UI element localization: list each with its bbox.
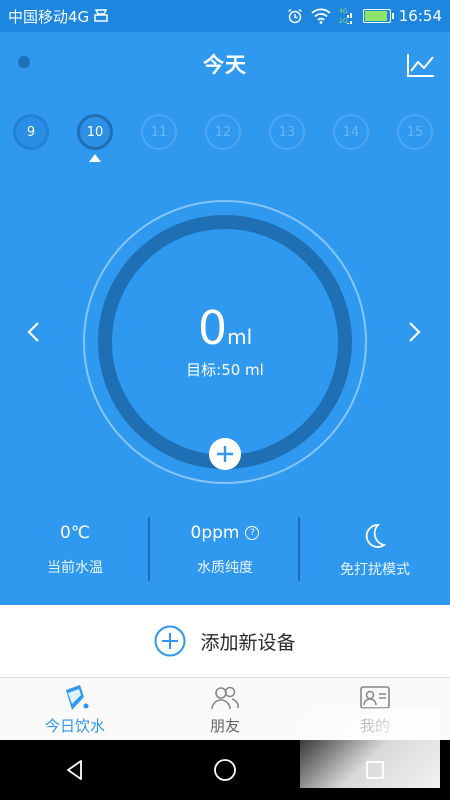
- signal-4g-icon: 4G 2G: [339, 7, 355, 25]
- water-purity-label: 水质纯度: [197, 560, 253, 576]
- sim-icon: [93, 9, 109, 23]
- stats-row: 0℃ 当前水温 0ppm ? 水质纯度 免打扰模式: [0, 517, 450, 583]
- page-title: 今天: [203, 53, 247, 77]
- water-purity-stat: 0ppm ? 水质纯度: [150, 517, 300, 583]
- date-selector: 9 10 11 12 13 14 15: [0, 114, 450, 164]
- alarm-icon: [287, 8, 303, 24]
- friends-icon: [211, 686, 239, 710]
- help-icon[interactable]: ?: [245, 526, 260, 540]
- tab-mine[interactable]: 我的: [300, 678, 450, 741]
- date-item-10[interactable]: 10: [77, 114, 113, 150]
- svg-text:2G: 2G: [339, 18, 348, 25]
- do-not-disturb-toggle[interactable]: 免打扰模式: [300, 517, 450, 583]
- intake-amount-unit: ml: [227, 325, 253, 349]
- battery-icon: [362, 9, 394, 23]
- date-item-11[interactable]: 11: [141, 114, 177, 150]
- trend-chart-icon[interactable]: [406, 52, 436, 78]
- svg-text:4G: 4G: [339, 8, 348, 15]
- intake-ring-area: 0ml 目标:50 ml: [0, 197, 450, 492]
- water-temperature-value: 0℃: [60, 523, 90, 543]
- date-item-15[interactable]: 15: [397, 114, 433, 150]
- intake-amount-value: 0: [197, 301, 228, 355]
- water-temperature-label: 当前水温: [47, 560, 103, 576]
- main-panel: 今天 9 10 11 12 13 14 15 0ml 目标:50 ml 0℃ 当…: [0, 32, 450, 605]
- system-nav-bar: [0, 740, 450, 800]
- device-status-dot: [18, 56, 30, 68]
- water-temperature-stat: 0℃ 当前水温: [0, 517, 150, 583]
- add-device-label: 添加新设备: [200, 631, 296, 654]
- tab-today-drinking-label: 今日饮水: [44, 717, 105, 735]
- add-device-button[interactable]: 添加新设备: [0, 605, 450, 677]
- do-not-disturb-label: 免打扰模式: [340, 562, 410, 578]
- add-intake-button[interactable]: [209, 438, 241, 470]
- recent-apps-icon[interactable]: [363, 758, 387, 782]
- date-item-12[interactable]: 12: [205, 114, 241, 150]
- intake-goal: 目标:50 ml: [186, 361, 264, 379]
- selected-date-indicator: [89, 154, 101, 162]
- tab-friends-label: 朋友: [209, 717, 240, 735]
- date-item-9[interactable]: 9: [13, 114, 49, 150]
- tab-friends[interactable]: 朋友: [150, 678, 300, 741]
- tab-today-drinking[interactable]: 今日饮水: [0, 678, 150, 741]
- wifi-icon: [311, 8, 331, 24]
- water-cup-icon: [66, 685, 89, 710]
- intake-amount: 0ml: [0, 301, 450, 355]
- water-purity-value: 0ppm: [190, 523, 240, 543]
- clock-label: 16:54: [398, 7, 442, 25]
- date-item-13[interactable]: 13: [269, 114, 305, 150]
- app-screen: 中国移动4G 4G 2G 16:54 今天 9 10 11 12 13 14 1…: [0, 0, 450, 800]
- carrier-label: 中国移动4G: [8, 7, 90, 26]
- profile-card-icon: [360, 686, 390, 709]
- moon-icon: [365, 524, 386, 548]
- home-icon[interactable]: [212, 757, 238, 783]
- tab-mine-label: 我的: [359, 717, 390, 735]
- bottom-tab-bar: 今日饮水 朋友 我的: [0, 677, 450, 740]
- back-icon[interactable]: [63, 758, 87, 782]
- date-item-14[interactable]: 14: [333, 114, 369, 150]
- add-circle-icon: [154, 625, 186, 657]
- status-bar: 中国移动4G 4G 2G 16:54: [0, 0, 450, 32]
- header: 今天: [0, 32, 450, 96]
